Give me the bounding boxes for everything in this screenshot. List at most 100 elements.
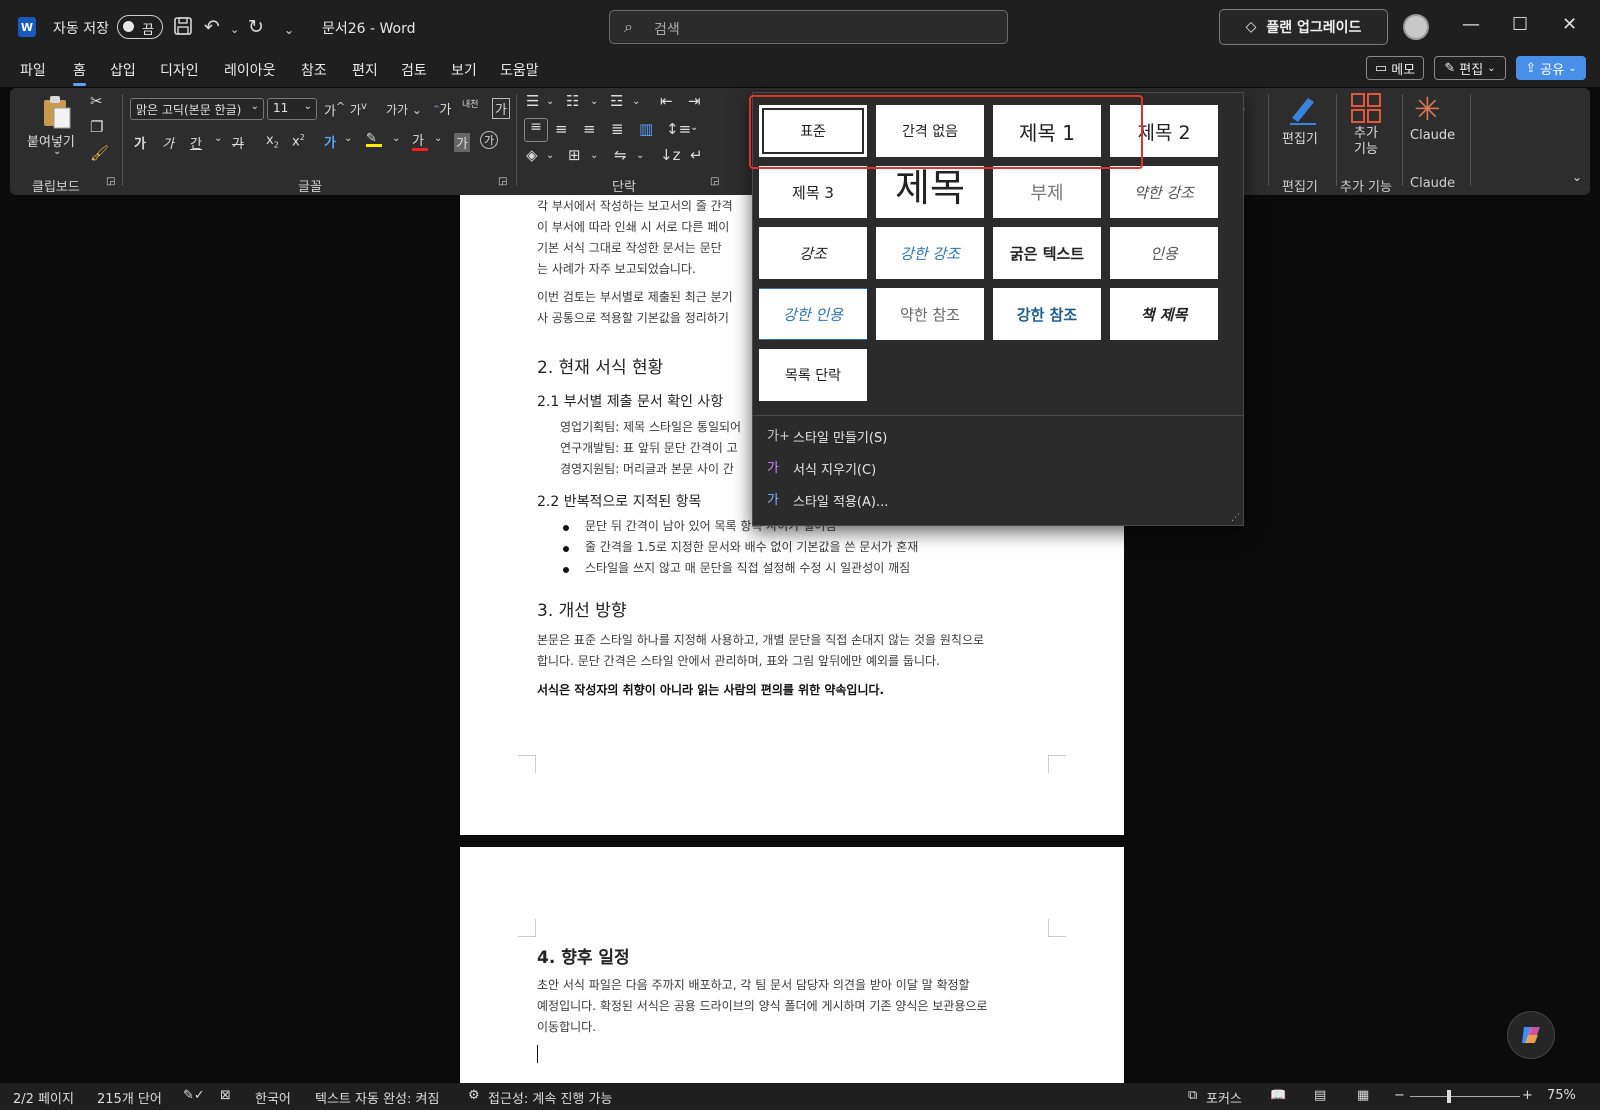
apply-styles-command[interactable]: 스타일 적용(A)... [793,491,888,510]
text-predictions[interactable]: 텍스트 자동 완성: 켜짐 [315,1088,439,1107]
tab-layout[interactable]: 레이아웃 [224,60,276,80]
tab-help[interactable]: 도움말 [500,60,539,80]
char-border-icon[interactable]: 가 [492,98,510,119]
chevron-down-icon[interactable]: ⌄ [392,133,400,144]
dialog-launcher-icon[interactable]: ◲ [710,176,719,187]
page-2[interactable]: 4. 향후 일정 초안 서식 파일은 다음 주까지 배포하고, 각 팀 문서 담… [460,847,1124,1083]
create-style-command[interactable]: 스타일 만들기(S) [793,427,887,446]
proofing-icon[interactable]: ✎✓ [183,1088,205,1103]
word-count[interactable]: 215개 단어 [97,1088,162,1107]
shading-icon[interactable]: ◈ [526,146,538,164]
resize-grip-icon[interactable]: ⋰ [1231,513,1240,523]
close-icon[interactable]: ✕ [1562,14,1577,35]
dialog-launcher-icon[interactable]: ◲ [106,176,115,187]
font-size-combo[interactable]: 11 ⌄ [267,98,317,120]
chevron-down-icon[interactable]: ⌄ [636,150,644,161]
zoom-slider-thumb[interactable] [1447,1090,1451,1103]
bold-icon[interactable]: 가 [134,133,146,152]
autosave-toggle[interactable]: 끔 [117,15,163,39]
style-heading-3[interactable]: 제목 3 [759,166,867,218]
share-button[interactable]: ⇪ 공유 ⌄ [1516,56,1586,80]
style-no-spacing[interactable]: 간격 없음 [876,105,984,157]
copy-icon[interactable]: ❐ [90,118,103,136]
minimize-icon[interactable]: — [1462,14,1480,35]
bullets-icon[interactable]: ☰ [526,92,539,110]
tab-review[interactable]: 검토 [401,60,427,80]
style-emphasis[interactable]: 강조 [759,227,867,279]
shrink-font-icon[interactable]: 가v [350,101,367,118]
underline-icon[interactable]: 간 [190,133,202,152]
numbering-icon[interactable]: ☷ [566,92,579,110]
chevron-down-icon[interactable]: ⌄ [546,150,554,161]
chevron-down-icon[interactable]: ⌄ [632,96,640,107]
chevron-down-icon[interactable]: ⌄ [546,96,554,107]
strikethrough-icon[interactable]: 가 [232,133,244,152]
track-icon[interactable]: ⊠ [220,1088,231,1103]
style-quote[interactable]: 인용 [1110,227,1218,279]
zoom-slider[interactable] [1410,1096,1520,1097]
style-subtitle[interactable]: 부제 [993,166,1101,218]
dialog-launcher-icon[interactable]: ◲ [498,176,507,187]
format-painter-icon[interactable]: 🖌 [90,144,109,162]
read-mode-icon[interactable]: 📖 [1270,1088,1286,1103]
zoom-out-icon[interactable]: − [1394,1088,1405,1103]
tab-home[interactable]: 홈 [73,60,86,86]
justify-icon[interactable]: ≣ [611,120,624,138]
phonetic-guide-icon[interactable]: 내천 [462,97,479,110]
maximize-icon[interactable]: ☐ [1512,14,1528,35]
collapse-ribbon-icon[interactable]: ⌄ [1572,170,1582,184]
distributed-icon[interactable]: ▥ [639,120,653,138]
highlight-icon[interactable]: ✎ [366,131,382,147]
align-center-icon[interactable]: ≡ [555,120,568,138]
chevron-down-icon[interactable]: ⌄ [214,133,222,144]
style-subtle-reference[interactable]: 약한 참조 [876,288,984,340]
text-effects-icon[interactable]: 가 [324,132,336,151]
chevron-down-icon[interactable]: ⌄ [344,133,352,144]
enclose-char-icon[interactable]: 가 [480,131,499,149]
copilot-button[interactable] [1507,1011,1555,1059]
multilevel-list-icon[interactable]: ☲ [610,92,623,110]
italic-icon[interactable]: 가 [162,133,174,152]
tab-file[interactable]: 파일 [20,60,46,80]
change-case-icon[interactable]: 가가 ⌄ [386,101,422,118]
char-shading-icon[interactable]: 가 [454,133,470,152]
claude-icon[interactable]: ✳ [1414,92,1441,126]
tab-insert[interactable]: 삽입 [110,60,136,80]
chevron-down-icon[interactable]: ⌄ [590,96,598,107]
chevron-down-icon[interactable]: ⌄ [690,122,698,133]
page-count[interactable]: 2/2 페이지 [13,1088,74,1107]
tab-references[interactable]: 참조 [301,60,327,80]
increase-indent-icon[interactable]: ⇥ [688,92,701,110]
subscript-icon[interactable]: x2 [266,133,279,150]
style-intense-emphasis[interactable]: 강한 강조 [876,227,984,279]
borders-icon[interactable]: ⊞ [568,146,581,164]
paste-dropdown-icon[interactable]: ⌄ [53,146,61,157]
tab-view[interactable]: 보기 [451,60,477,80]
upgrade-plan-button[interactable]: ◇ 플랜 업그레이드 [1219,9,1388,45]
tab-design[interactable]: 디자인 [160,60,199,80]
grow-font-icon[interactable]: 가^ [324,100,345,119]
search-input[interactable]: 검색 [654,19,680,39]
asian-layout-icon[interactable]: ⇋ [614,146,627,164]
chevron-down-icon[interactable]: ⌄ [590,150,598,161]
memo-button[interactable]: ▭ 메모 [1366,56,1424,80]
web-layout-icon[interactable]: ▦ [1357,1088,1369,1103]
align-left-icon[interactable]: ≡ [524,118,548,142]
show-marks-icon[interactable]: ↵ [690,146,703,164]
redo-icon[interactable]: ↻ [248,16,264,38]
style-heading-2[interactable]: 제목 2 [1110,105,1218,157]
style-intense-reference[interactable]: 강한 참조 [993,288,1101,340]
clear-formatting-command[interactable]: 서식 지우기(C) [793,459,876,478]
decrease-indent-icon[interactable]: ⇤ [660,92,673,110]
save-icon[interactable] [173,16,193,41]
language[interactable]: 한국어 [255,1088,291,1107]
zoom-level[interactable]: 75% [1547,1088,1576,1103]
undo-icon[interactable]: ↶ [204,16,220,38]
superscript-icon[interactable]: x2 [292,133,305,149]
editor-label[interactable]: 편집기 [1282,128,1318,147]
style-heading-1[interactable]: 제목 1 [993,105,1101,157]
line-spacing-icon[interactable]: ↕≡ [666,120,691,138]
addins-label[interactable]: 추가 기능 [1354,126,1378,158]
style-normal[interactable]: 표준 [759,105,867,157]
chevron-down-icon[interactable]: ⌄ [434,133,442,144]
